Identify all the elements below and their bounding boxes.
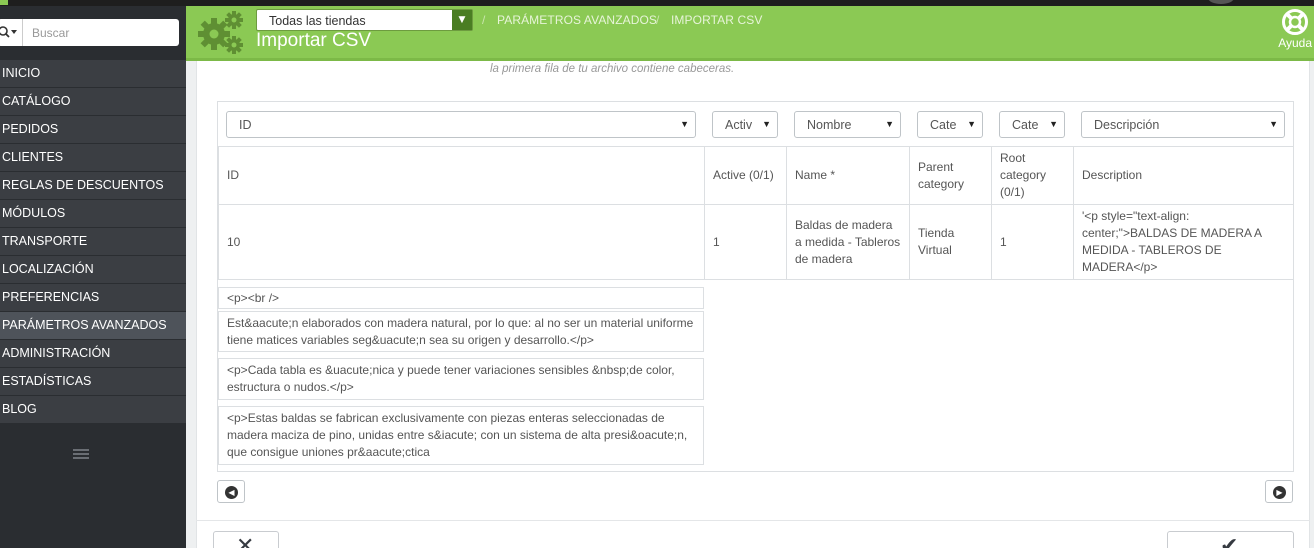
caret-down-icon: ▼: [1267, 112, 1278, 137]
column-select-value: ID: [239, 118, 252, 132]
extra-row: <p>Cada tabla es &uacute;nica y puede te…: [218, 358, 704, 400]
sidebar-item-pedidos[interactable]: PEDIDOS: [0, 116, 186, 144]
table-cell: Baldas de madera a medida - Tableros de …: [786, 204, 910, 280]
search-box: [0, 19, 179, 46]
next-columns-button[interactable]: ▶: [1265, 480, 1293, 503]
sidebar-item-parametros-avanzados[interactable]: PARÁMETROS AVANZADOS: [0, 312, 186, 340]
column-select-value: Descripción: [1094, 118, 1160, 132]
panel-footer-divider: [196, 520, 1310, 521]
help-label[interactable]: Ayuda: [1278, 36, 1312, 50]
breadcrumb-parametros-avanzados[interactable]: PARÁMETROS AVANZADOS: [497, 13, 657, 27]
chevron-left-icon: ◀: [225, 486, 238, 499]
lifebuoy-icon[interactable]: [1282, 9, 1308, 35]
column-select-value: Activ: [725, 118, 753, 132]
csv-preview-table: ID Active (0/1) Name * Parent category R…: [218, 146, 1294, 280]
search-icon[interactable]: [0, 24, 20, 41]
table-cell: 10: [218, 204, 705, 280]
check-icon: ✔: [1220, 534, 1239, 548]
sidebar-item-administracion[interactable]: ADMINISTRACIÓN: [0, 340, 186, 368]
search-input[interactable]: [24, 19, 174, 46]
column-select-4[interactable]: Cate ▼: [917, 111, 983, 138]
shop-select-value: Todas las tiendas: [269, 14, 366, 28]
column-select-1[interactable]: ID ▼: [226, 111, 696, 138]
breadcrumb-importar-csv: IMPORTAR CSV: [671, 13, 763, 27]
column-select-value: Nombre: [807, 118, 852, 132]
column-select-value: Cate: [930, 118, 957, 132]
sidebar-item-catalogo[interactable]: CATÁLOGO: [0, 88, 186, 116]
sidebar-item-reglas-de-descuentos[interactable]: REGLAS DE DESCUENTOS: [0, 172, 186, 200]
caret-down-icon: ▼: [678, 112, 689, 137]
table-row: 10 1 Baldas de madera a medida - Tablero…: [218, 204, 1294, 280]
column-select-value: Cate: [1012, 118, 1039, 132]
table-header-cell: Description: [1073, 146, 1294, 205]
caret-down-icon: ▼: [965, 112, 976, 137]
sidebar-item-modulos[interactable]: MÓDULOS: [0, 200, 186, 228]
search-divider: [22, 19, 23, 46]
gears-icon: [198, 11, 243, 54]
sidebar-item-clientes[interactable]: CLIENTES: [0, 144, 186, 172]
top-indicator: [0, 0, 8, 5]
sidebar-collapse-icon[interactable]: [73, 449, 89, 461]
table-cell: 1: [991, 204, 1074, 280]
page-header: Todas las tiendas ▼ / PARÁMETROS AVANZAD…: [186, 6, 1314, 58]
chevron-down-icon: ▼: [452, 10, 472, 30]
shop-select[interactable]: Todas las tiendas ▼: [256, 9, 473, 31]
table-header-cell: Active (0/1): [704, 146, 787, 205]
extra-row: Est&aacute;n elaborados con madera natur…: [218, 311, 704, 352]
caret-down-icon: ▼: [1047, 112, 1058, 137]
page-title: Importar CSV: [256, 30, 372, 51]
extra-row: <p>Estas baldas se fabrican exclusivamen…: [218, 406, 704, 465]
sidebar-search-area: [0, 6, 186, 58]
header-hint-text: la primera fila de tu archivo contiene c…: [490, 63, 735, 75]
sidebar-item-transporte[interactable]: TRANSPORTE: [0, 228, 186, 256]
column-select-6[interactable]: Descripción ▼: [1081, 111, 1285, 138]
table-header-cell: Name *: [786, 146, 910, 205]
table-header-row: ID Active (0/1) Name * Parent category R…: [218, 146, 1294, 205]
column-select-3[interactable]: Nombre ▼: [794, 111, 901, 138]
table-cell: Tienda Virtual: [909, 204, 992, 280]
column-select-2[interactable]: Activ ▼: [712, 111, 778, 138]
close-icon: ✕: [236, 534, 255, 548]
sidebar-item-inicio[interactable]: INICIO: [0, 60, 186, 88]
prev-columns-button[interactable]: ◀: [217, 480, 245, 503]
sidebar-item-preferencias[interactable]: PREFERENCIAS: [0, 284, 186, 312]
caret-down-icon: ▼: [883, 112, 894, 137]
table-header-cell: Root category (0/1): [991, 146, 1074, 205]
table-cell: 1: [704, 204, 787, 280]
page-right-gutter: [1310, 61, 1314, 548]
chevron-right-icon: ▶: [1273, 486, 1286, 499]
import-button[interactable]: ✔: [1167, 531, 1294, 548]
breadcrumb-separator: /: [482, 13, 486, 27]
sidebar-item-estadisticas[interactable]: ESTADÍSTICAS: [0, 368, 186, 396]
profile-avatar[interactable]: [1208, 0, 1234, 4]
table-header-cell: ID: [218, 146, 705, 205]
sidebar-item-localizacion[interactable]: LOCALIZACIÓN: [0, 256, 186, 284]
table-cell: '<p style="text-align: center;">BALDAS D…: [1073, 204, 1294, 280]
sidebar: INICIO CATÁLOGO PEDIDOS CLIENTES REGLAS …: [0, 6, 186, 548]
column-select-5[interactable]: Cate ▼: [999, 111, 1065, 138]
extra-row: <p><br />: [218, 287, 704, 309]
caret-down-icon: ▼: [760, 112, 771, 137]
sidebar-menu: INICIO CATÁLOGO PEDIDOS CLIENTES REGLAS …: [0, 60, 186, 424]
sidebar-item-blog[interactable]: BLOG: [0, 396, 186, 424]
cancel-button[interactable]: ✕: [213, 531, 279, 548]
breadcrumb-separator: /: [656, 13, 660, 27]
table-header-cell: Parent category: [909, 146, 992, 205]
